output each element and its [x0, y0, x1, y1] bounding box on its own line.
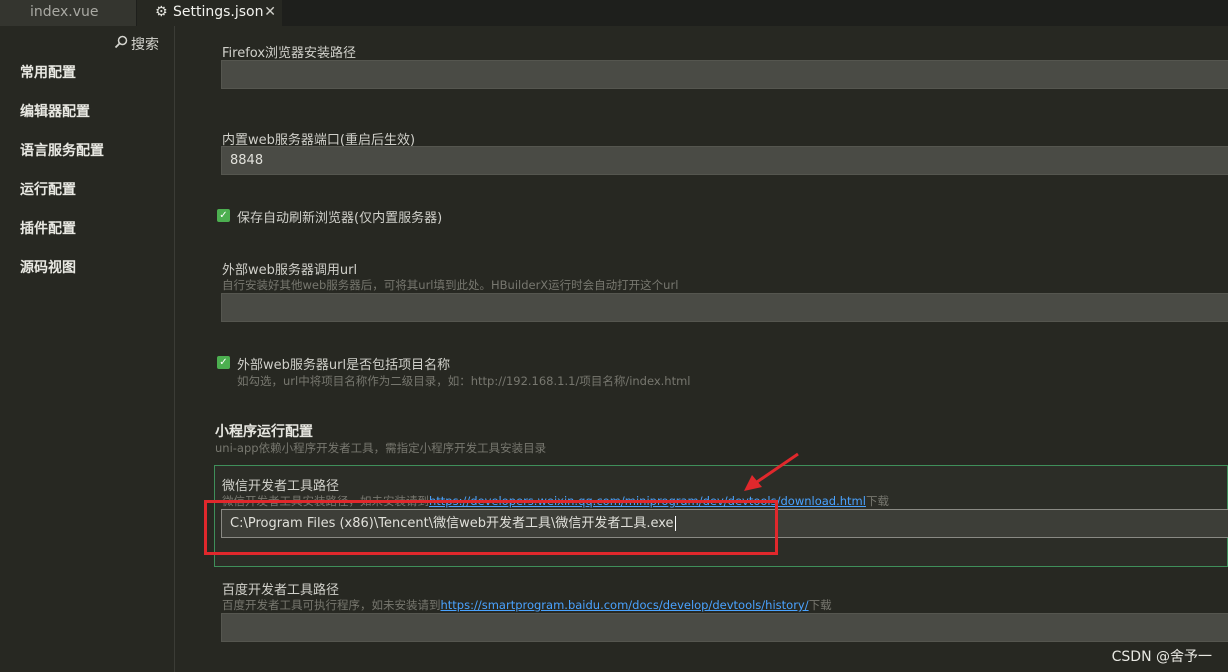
settings-sidebar: 搜索 常用配置 编辑器配置 语言服务配置 运行配置 插件配置 源码视图: [0, 26, 175, 672]
baidu-download-link[interactable]: https://smartprogram.baidu.com/docs/deve…: [441, 598, 809, 612]
port-input[interactable]: 8848: [221, 146, 1228, 175]
firefox-path-input[interactable]: [221, 60, 1228, 89]
auto-refresh-label: 保存自动刷新浏览器(仅内置服务器): [237, 211, 443, 226]
wechat-path-label: 微信开发者工具路径: [222, 479, 340, 494]
include-project-label: 外部web服务器url是否包括项目名称: [237, 358, 451, 373]
close-icon[interactable]: ✕: [264, 0, 276, 25]
search-label: 搜索: [131, 37, 159, 53]
wechat-desc-suffix: 下载: [865, 494, 889, 508]
miniprogram-section-description: uni-app依赖小程序开发者工具，需指定小程序开发工具安装目录: [215, 441, 547, 455]
highlight-box: [204, 500, 778, 555]
sidebar-item-general[interactable]: 常用配置: [20, 62, 76, 82]
sidebar-item-language-service[interactable]: 语言服务配置: [20, 140, 104, 160]
baidu-path-description: 百度开发者工具可执行程序，如未安装请到https://smartprogram.…: [222, 597, 832, 613]
external-url-label: 外部web服务器调用url: [222, 263, 358, 278]
tab-index-vue[interactable]: index.vue: [0, 0, 136, 26]
search-icon: [114, 35, 129, 53]
external-url-input[interactable]: [221, 293, 1228, 322]
search-button[interactable]: 搜索: [114, 34, 159, 54]
red-arrow-annotation: [744, 452, 799, 491]
tab-bar: index.vue ⚙ Settings.json ✕: [0, 0, 1228, 26]
settings-panel: Firefox浏览器安装路径 内置web服务器端口(重启后生效) 8848 ✓ …: [176, 26, 1228, 672]
sidebar-item-source-view[interactable]: 源码视图: [20, 257, 76, 277]
sidebar-item-run[interactable]: 运行配置: [20, 179, 76, 199]
tab-label: index.vue: [30, 4, 99, 20]
baidu-path-label: 百度开发者工具路径: [222, 583, 340, 598]
tab-settings-json[interactable]: ⚙ Settings.json ✕: [137, 0, 282, 26]
tab-label: Settings.json: [173, 4, 264, 20]
baidu-desc-suffix: 下载: [808, 598, 832, 612]
baidu-desc-prefix: 百度开发者工具可执行程序，如未安装请到: [222, 598, 441, 612]
miniprogram-section-title: 小程序运行配置: [215, 424, 313, 440]
gear-icon: ⚙: [155, 4, 168, 20]
include-project-checkbox[interactable]: ✓: [217, 356, 230, 369]
include-project-description: 如勾选，url中将项目名称作为二级目录，如：http://192.168.1.1…: [237, 374, 691, 388]
external-url-description: 自行安装好其他web服务器后，可将其url填到此处。HBuilderX运行时会自…: [222, 278, 679, 292]
baidu-path-input[interactable]: [221, 613, 1228, 642]
sidebar-item-plugins[interactable]: 插件配置: [20, 218, 76, 238]
watermark: CSDN @舍予一: [1111, 649, 1212, 665]
auto-refresh-checkbox[interactable]: ✓: [217, 209, 230, 222]
firefox-path-label: Firefox浏览器安装路径: [222, 46, 357, 61]
sidebar-item-editor[interactable]: 编辑器配置: [20, 101, 90, 121]
